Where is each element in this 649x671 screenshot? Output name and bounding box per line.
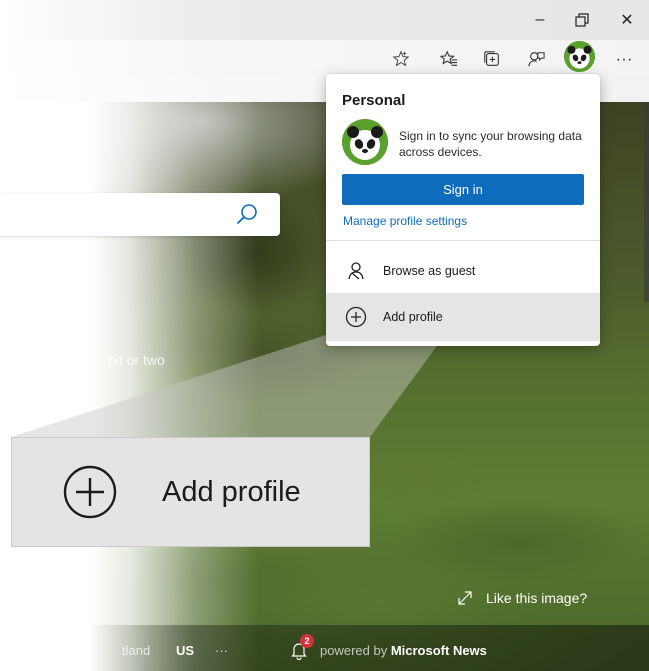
page-search-box[interactable] (0, 193, 280, 236)
add-profile-label: Add profile (383, 310, 443, 324)
restore-button[interactable] (565, 8, 599, 32)
add-favorite-button[interactable] (386, 45, 416, 73)
favorites-button[interactable] (434, 45, 464, 73)
panda-avatar-icon (342, 119, 388, 165)
like-this-image-button[interactable]: Like this image? (456, 589, 587, 607)
callout-label: Add profile (162, 475, 301, 508)
more-options-button[interactable]: ··· (609, 45, 639, 73)
profile-name: Personal (342, 92, 406, 109)
feedback-button[interactable] (521, 45, 551, 73)
star-icon (392, 50, 410, 67)
bottom-more-button[interactable]: ··· (215, 643, 228, 658)
profile-flyout: Personal Sign in to sync your browsing d… (326, 74, 600, 346)
expand-icon (458, 591, 472, 605)
notification-count-badge: 2 (300, 634, 314, 648)
news-snippet-text: bit or two (108, 352, 165, 368)
favorites-icon (440, 50, 458, 66)
guest-icon (342, 257, 370, 285)
page-scrollbar[interactable] (644, 102, 649, 302)
menu-divider (326, 240, 600, 241)
collections-icon (484, 51, 499, 66)
search-icon[interactable] (233, 201, 261, 229)
browser-toolbar (0, 40, 649, 78)
profile-avatar (342, 119, 388, 165)
sync-description: Sign in to sync your browsing data acros… (399, 129, 582, 159)
location-link[interactable]: tland (122, 643, 150, 658)
microsoft-news-link[interactable]: Microsoft News (391, 643, 487, 658)
add-circle-icon (63, 465, 117, 519)
browse-as-guest-item[interactable]: Browse as guest (326, 249, 600, 293)
add-profile-callout: Add profile (11, 437, 370, 547)
panda-avatar-icon (564, 41, 595, 72)
close-button[interactable]: ✕ (610, 8, 644, 32)
feedback-icon (528, 52, 545, 67)
add-profile-item[interactable]: Add profile (326, 293, 600, 341)
like-this-image-label: Like this image? (486, 590, 588, 606)
powered-by-text: powered by Microsoft News (320, 643, 487, 658)
region-selector[interactable]: US (176, 643, 194, 658)
sign-in-button[interactable]: Sign in (342, 174, 584, 205)
minimize-button[interactable]: – (523, 8, 557, 32)
restore-icon (575, 13, 589, 27)
manage-profile-settings-link[interactable]: Manage profile settings (343, 214, 467, 228)
powered-by-prefix: powered by (320, 643, 391, 658)
add-circle-icon (342, 303, 370, 331)
collections-button[interactable] (477, 45, 507, 73)
browse-as-guest-label: Browse as guest (383, 264, 476, 278)
profile-button[interactable] (564, 41, 595, 72)
